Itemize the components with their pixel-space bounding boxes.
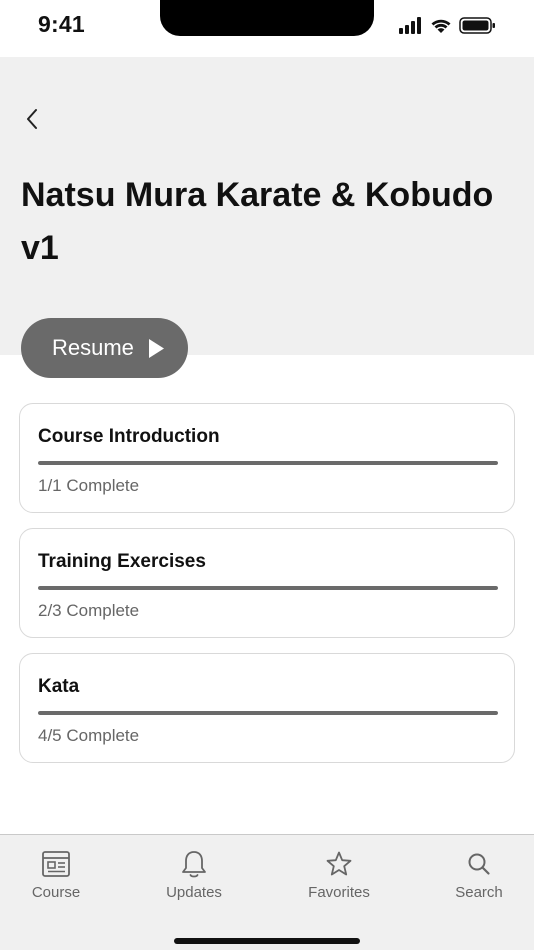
search-icon [466, 849, 492, 879]
module-progress-bar [38, 586, 498, 590]
play-icon [148, 338, 165, 359]
tab-search[interactable]: Search [424, 849, 534, 909]
status-bar: 9:41 [0, 0, 534, 57]
course-screen: 9:41 Natsu Mura Karate & Kobudo v1 Resum… [0, 0, 534, 950]
module-progress-fill [38, 711, 498, 715]
course-icon [41, 849, 71, 879]
module-title: Kata [38, 676, 80, 697]
module-progress-fill [38, 461, 498, 465]
module-status: 4/5 Complete [38, 726, 140, 745]
module-progress-fill [38, 586, 498, 590]
resume-label: Resume [52, 335, 134, 360]
home-indicator [174, 938, 360, 944]
tab-favorites[interactable]: Favorites [284, 849, 394, 909]
tab-label: Search [455, 884, 503, 901]
module-list: Course Introduction 1/1 Complete Trainin… [19, 403, 515, 778]
module-progress-bar [38, 461, 498, 465]
star-icon [325, 849, 353, 879]
battery-icon [459, 17, 495, 34]
module-card-course-introduction[interactable]: Course Introduction 1/1 Complete [19, 403, 515, 513]
course-header: Natsu Mura Karate & Kobudo v1 [0, 57, 534, 355]
module-status: 2/3 Complete [38, 601, 140, 620]
status-icons [399, 15, 496, 35]
notch [160, 0, 374, 36]
back-button[interactable] [14, 101, 50, 137]
tab-label: Course [31, 884, 81, 901]
tab-label: Favorites [308, 884, 370, 901]
module-title: Training Exercises [38, 551, 206, 572]
chevron-left-icon [27, 109, 37, 129]
status-time: 9:41 [38, 11, 85, 37]
module-card-kata[interactable]: Kata 4/5 Complete [19, 653, 515, 763]
module-status: 1/1 Complete [38, 476, 140, 495]
signal-icon [399, 17, 421, 34]
module-title: Course Introduction [38, 426, 220, 447]
module-progress-bar [38, 711, 498, 715]
tab-bar: Course Updates Favorites Search [0, 834, 534, 950]
tab-course[interactable]: Course [1, 849, 111, 909]
bell-icon [180, 849, 208, 879]
tab-updates[interactable]: Updates [139, 849, 249, 909]
resume-button[interactable]: Resume [21, 318, 188, 378]
module-card-training-exercises[interactable]: Training Exercises 2/3 Complete [19, 528, 515, 638]
wifi-icon [431, 19, 451, 33]
tab-label: Updates [166, 884, 222, 901]
page-title: Natsu Mura Karate & Kobudo v1 [21, 176, 494, 267]
